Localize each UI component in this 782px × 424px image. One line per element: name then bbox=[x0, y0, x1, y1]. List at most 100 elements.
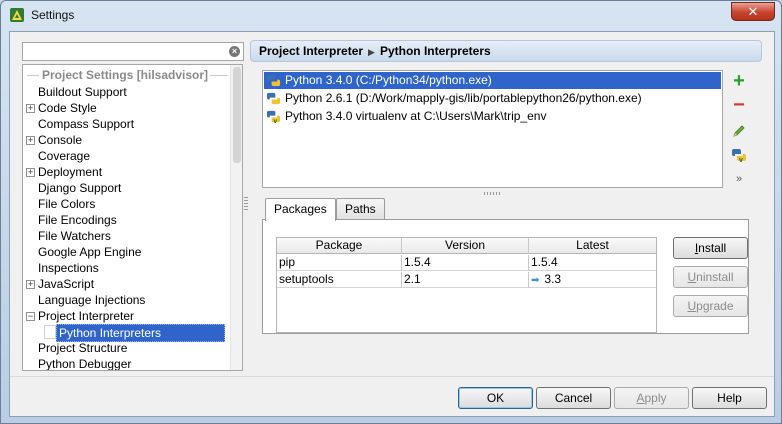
packages-tab-content: Package Version Latest pip 1.5.4 1.5.4 s… bbox=[262, 219, 749, 334]
sidebar-item[interactable]: + Code Style bbox=[23, 100, 230, 116]
package-version: 2.1 bbox=[402, 272, 529, 288]
interpreter-label: Python 2.6.1 (D:/Work/mapply-gis/lib/por… bbox=[285, 91, 642, 105]
tree-scrollbar[interactable] bbox=[230, 65, 242, 370]
title-bar: Settings ✕ bbox=[1, 1, 781, 29]
sidebar-item-label: JavaScript bbox=[38, 277, 95, 291]
sidebar-item[interactable]: File Colors bbox=[23, 196, 230, 212]
column-header-package[interactable]: Package bbox=[277, 238, 402, 254]
window-close-button[interactable]: ✕ bbox=[731, 2, 775, 21]
breadcrumb-separator-icon: ▶ bbox=[368, 47, 375, 57]
python-icon bbox=[266, 74, 281, 87]
tree-node-icon bbox=[44, 325, 56, 339]
expand-icon[interactable]: + bbox=[26, 104, 35, 113]
sidebar-item-label: Compass Support bbox=[38, 117, 135, 131]
footer-divider bbox=[10, 376, 774, 377]
sidebar-item[interactable]: Compass Support bbox=[23, 116, 230, 132]
tree-scrollbar-thumb[interactable] bbox=[233, 67, 241, 163]
sidebar-item-label: Buildout Support bbox=[38, 85, 127, 99]
breadcrumb: Project Interpreter ▶ Python Interpreters bbox=[250, 40, 762, 62]
package-name: setuptools bbox=[277, 272, 402, 288]
breadcrumb-parent[interactable]: Project Interpreter bbox=[259, 44, 363, 58]
table-row[interactable]: setuptools 2.1 ➡ 3.3 bbox=[277, 272, 656, 288]
window-title: Settings bbox=[31, 8, 75, 22]
sidebar-item-label: Code Style bbox=[38, 101, 97, 115]
sidebar-item-label: File Encodings bbox=[38, 213, 117, 227]
edit-pencil-icon[interactable] bbox=[730, 122, 748, 140]
interpreter-list: Python 3.4.0 (C:/Python34/python.exe) Pyt… bbox=[262, 70, 723, 188]
sidebar-item[interactable]: File Watchers bbox=[23, 228, 230, 244]
interpreter-item[interactable]: v Python 3.4.0 virtualenv at C:\Users\Mar… bbox=[264, 108, 721, 125]
interpreter-item[interactable]: Python 2.6.1 (D:/Work/mapply-gis/lib/por… bbox=[264, 90, 721, 107]
sidebar-item-label: Django Support bbox=[38, 181, 122, 195]
settings-tree: Project Settings [hilsadvisor] Buildout … bbox=[22, 64, 243, 371]
upgrade-arrow-icon: ➡ bbox=[531, 275, 540, 286]
install-button[interactable]: Install bbox=[673, 237, 748, 259]
expand-icon[interactable]: + bbox=[26, 168, 35, 177]
ok-button[interactable]: OK bbox=[458, 387, 533, 409]
column-header-latest[interactable]: Latest bbox=[529, 238, 656, 254]
sidebar-item[interactable]: Coverage bbox=[23, 148, 230, 164]
table-row[interactable]: pip 1.5.4 1.5.4 bbox=[277, 255, 656, 271]
settings-window: Settings ✕ × Project Settings [hilsadvis… bbox=[0, 0, 782, 424]
clear-search-icon[interactable]: × bbox=[229, 46, 240, 57]
expand-icon[interactable]: + bbox=[26, 136, 35, 145]
dialog-body: × Project Settings [hilsadvisor] Buildou… bbox=[9, 31, 775, 417]
help-button[interactable]: Help bbox=[692, 387, 767, 409]
sidebar-item[interactable]: + Console bbox=[23, 132, 230, 148]
uninstall-button[interactable]: Uninstall bbox=[673, 266, 748, 288]
vertical-splitter-handle[interactable] bbox=[244, 197, 248, 211]
horizontal-splitter-handle[interactable] bbox=[484, 192, 500, 195]
svg-text:v: v bbox=[274, 118, 278, 124]
sidebar-item-label: File Colors bbox=[38, 197, 96, 211]
sidebar-item[interactable]: File Encodings bbox=[23, 212, 230, 228]
sidebar-item[interactable]: Python Interpreters bbox=[23, 324, 230, 342]
add-interpreter-button[interactable]: + bbox=[730, 71, 748, 91]
sidebar-item[interactable]: Google App Engine bbox=[23, 244, 230, 260]
expand-icon[interactable]: + bbox=[26, 280, 35, 289]
svg-text:v: v bbox=[739, 157, 743, 163]
virtualenv-icon[interactable]: v bbox=[730, 146, 748, 164]
interpreter-toolbar: + − v » bbox=[726, 70, 750, 190]
python-icon bbox=[266, 92, 281, 105]
breadcrumb-current: Python Interpreters bbox=[379, 44, 491, 58]
apply-button[interactable]: Apply bbox=[614, 387, 689, 409]
pycharm-app-icon bbox=[10, 8, 24, 22]
sidebar-item-label: Project Interpreter bbox=[38, 309, 135, 323]
settings-search-input[interactable]: × bbox=[22, 42, 244, 61]
sidebar-item-label: Language Injections bbox=[38, 293, 146, 307]
sidebar-item-label: Project Structure bbox=[38, 341, 128, 355]
right-panel: Project Interpreter ▶ Python Interpreters … bbox=[250, 40, 762, 371]
tab-packages[interactable]: Packages bbox=[265, 198, 336, 221]
sidebar-item-label: Google App Engine bbox=[38, 245, 142, 259]
column-header-version[interactable]: Version bbox=[402, 238, 529, 254]
sidebar-item-label: Inspections bbox=[38, 261, 99, 275]
tab-paths[interactable]: Paths bbox=[336, 198, 385, 220]
upgrade-button[interactable]: Upgrade bbox=[673, 295, 748, 317]
package-latest-cell: ➡ 3.3 bbox=[529, 272, 656, 288]
packages-table: Package Version Latest pip 1.5.4 1.5.4 s… bbox=[276, 237, 657, 333]
interpreter-item[interactable]: Python 3.4.0 (C:/Python34/python.exe) bbox=[264, 72, 721, 89]
sidebar-item[interactable]: Inspections bbox=[23, 260, 230, 276]
sidebar-item[interactable]: + Deployment bbox=[23, 164, 230, 180]
cancel-button[interactable]: Cancel bbox=[536, 387, 611, 409]
collapse-icon[interactable]: − bbox=[26, 312, 35, 321]
sidebar-item[interactable]: Python Debugger bbox=[23, 356, 230, 370]
remove-interpreter-button[interactable]: − bbox=[730, 95, 748, 116]
package-latest: 1.5.4 bbox=[531, 255, 558, 269]
package-name: pip bbox=[277, 255, 402, 271]
sidebar-item-label: File Watchers bbox=[38, 229, 111, 243]
more-actions-chevron-icon[interactable]: » bbox=[730, 170, 748, 188]
sidebar-item[interactable]: − Project Interpreter bbox=[23, 308, 230, 324]
sidebar-item[interactable]: Buildout Support bbox=[23, 84, 230, 100]
sidebar-item[interactable]: Django Support bbox=[23, 180, 230, 196]
interpreter-label: Python 3.4.0 virtualenv at C:\Users\Mark… bbox=[285, 109, 547, 123]
sidebar-item[interactable]: Language Injections bbox=[23, 292, 230, 308]
sidebar-item-label: Console bbox=[38, 133, 83, 147]
python-virtualenv-icon: v bbox=[266, 110, 281, 124]
interpreter-label: Python 3.4.0 (C:/Python34/python.exe) bbox=[285, 73, 492, 87]
sidebar-item-label: Deployment bbox=[38, 165, 103, 179]
sidebar-item[interactable]: + JavaScript bbox=[23, 276, 230, 292]
sidebar-item-label: Coverage bbox=[38, 149, 91, 163]
package-latest: 3.3 bbox=[544, 272, 562, 286]
sidebar-item[interactable]: Project Structure bbox=[23, 340, 230, 356]
